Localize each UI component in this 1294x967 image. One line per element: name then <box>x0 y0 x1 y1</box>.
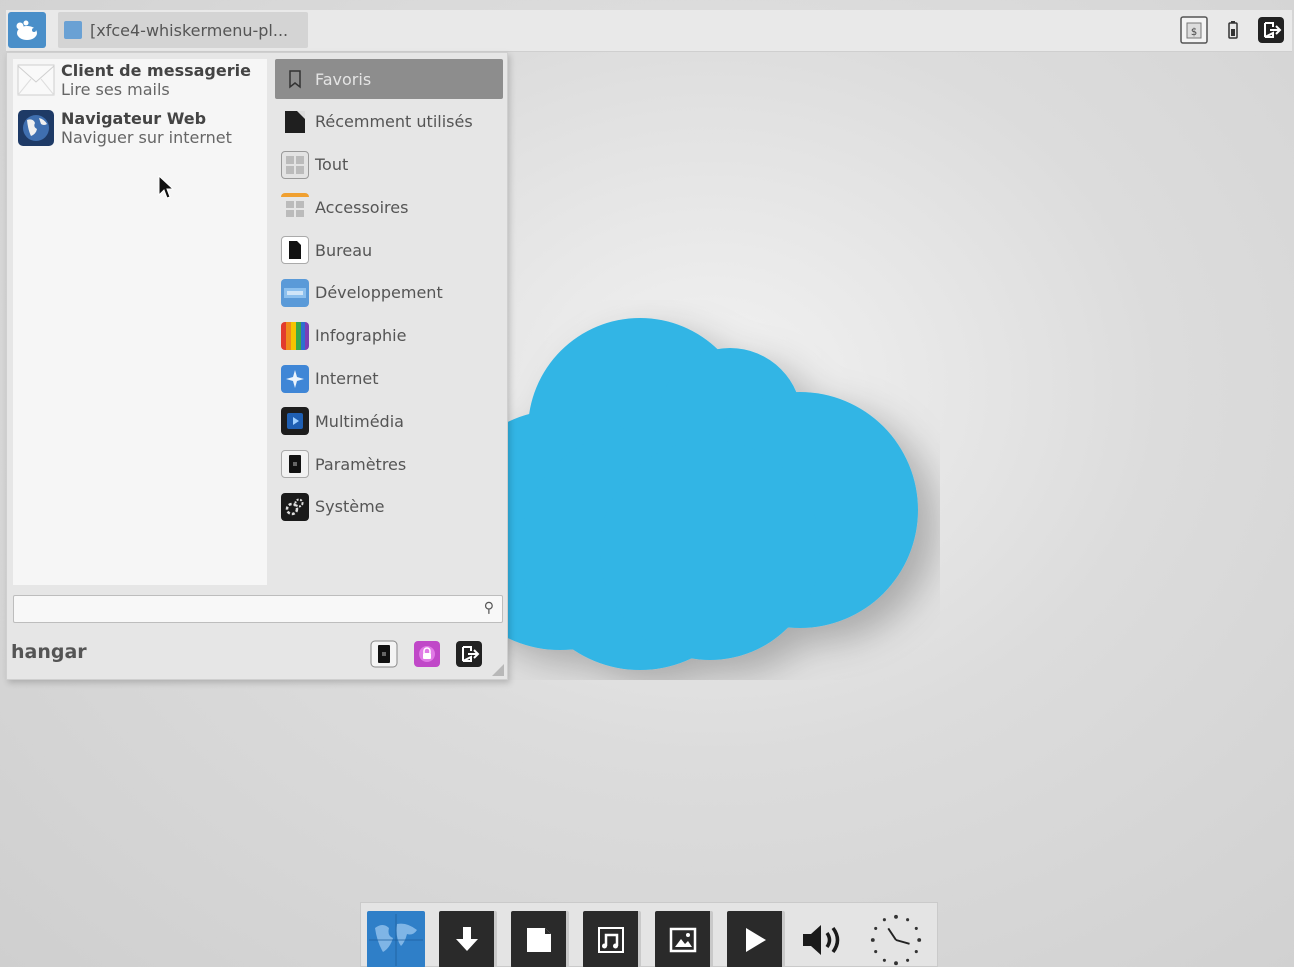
category-settings[interactable]: Paramètres <box>275 444 503 484</box>
bookmark-icon <box>281 65 309 93</box>
lock-screen-icon <box>414 641 440 667</box>
app-description: Lire ses mails <box>61 80 170 99</box>
graphics-icon <box>281 321 309 350</box>
multimedia-icon <box>281 407 309 436</box>
category-accessories[interactable]: Accessoires <box>275 187 503 227</box>
category-label: Système <box>315 497 385 517</box>
whisker-menu-button[interactable] <box>8 12 46 48</box>
pictures-icon <box>669 927 696 952</box>
accessories-icon <box>281 193 309 222</box>
category-graphics[interactable]: Infographie <box>275 316 503 356</box>
development-icon <box>281 278 309 307</box>
bottom-dock <box>360 902 938 967</box>
world-map-icon <box>369 913 423 966</box>
system-icon <box>281 492 309 521</box>
documents-icon <box>526 927 551 952</box>
category-label: Paramètres <box>315 454 407 474</box>
web-browser-icon <box>17 109 55 147</box>
category-multimedia[interactable]: Multimédia <box>275 401 503 441</box>
category-label: Multimédia <box>315 411 404 431</box>
category-label: Accessoires <box>315 197 409 217</box>
favorites-list: Client de messagerie Lire ses mails Navi… <box>13 59 267 585</box>
mail-icon <box>17 61 55 99</box>
category-label: Récemment utilisés <box>315 112 473 132</box>
battery-icon <box>1228 21 1238 39</box>
svg-text:$: $ <box>1191 27 1197 38</box>
app-description: Naviguer sur internet <box>61 128 232 147</box>
logout-button[interactable] <box>1256 15 1286 45</box>
category-label: Tout <box>315 155 349 175</box>
category-label: Favoris <box>315 69 372 89</box>
category-recent[interactable]: Récemment utilisés <box>275 102 503 142</box>
username-label: hangar <box>11 641 87 663</box>
category-list: Favoris Récemment utilisés Tout Accessoi… <box>275 59 503 530</box>
category-label: Bureau <box>315 240 373 260</box>
video-play-icon <box>745 927 766 952</box>
all-apps-icon <box>281 150 309 179</box>
category-internet[interactable]: Internet <box>275 359 503 399</box>
category-label: Infographie <box>315 326 407 346</box>
category-favorites[interactable]: Favoris <box>275 59 503 99</box>
dock-item-volume[interactable] <box>797 911 855 967</box>
battery-indicator[interactable] <box>1224 15 1242 45</box>
clock-icon <box>870 914 922 965</box>
internet-icon <box>281 364 309 393</box>
app-name: Navigateur Web <box>61 109 207 128</box>
search-icon: ⚲ <box>483 600 494 616</box>
app-name: Client de messagerie <box>61 61 251 80</box>
dock-item-pictures[interactable] <box>655 911 713 967</box>
category-office[interactable]: Bureau <box>275 230 503 270</box>
taskbar-window-button[interactable]: [xfce4-whiskermenu-pl... <box>58 12 308 48</box>
dock-item-downloads[interactable] <box>439 911 497 967</box>
office-icon <box>281 236 309 265</box>
settings-icon <box>370 640 398 668</box>
category-label: Internet <box>315 369 379 389</box>
recent-icon <box>281 108 309 136</box>
top-panel: [xfce4-whiskermenu-pl... $ <box>6 10 1292 52</box>
category-all[interactable]: Tout <box>275 145 503 185</box>
list-item-mail-client[interactable]: Client de messagerie Lire ses mails <box>17 61 267 105</box>
category-label: Développement <box>315 283 443 303</box>
workspace-switcher-icon: $ <box>1180 16 1208 44</box>
dock-item-music[interactable] <box>583 911 641 967</box>
logout-icon <box>1258 17 1284 43</box>
volume-icon <box>803 924 840 955</box>
downloads-icon <box>455 926 478 951</box>
search-input[interactable] <box>14 596 474 622</box>
taskbar-window-title: [xfce4-whiskermenu-pl... <box>90 20 289 40</box>
lock-screen-button[interactable] <box>412 639 442 669</box>
category-system[interactable]: Système <box>275 487 503 527</box>
settings-icon <box>281 450 309 479</box>
dock-item-documents[interactable] <box>511 911 569 967</box>
category-development[interactable]: Développement <box>275 273 503 313</box>
search-box[interactable]: ⚲ <box>13 595 503 623</box>
dock-item-clock[interactable] <box>867 911 925 967</box>
resize-grip-icon[interactable] <box>491 663 505 677</box>
window-app-icon <box>64 21 82 39</box>
logout-icon <box>456 641 482 667</box>
xfce-mouse-icon <box>16 20 37 40</box>
list-item-web-browser[interactable]: Navigateur Web Naviguer sur internet <box>17 109 267 153</box>
workspace-switcher[interactable]: $ <box>1178 15 1210 45</box>
dock-item-world-map[interactable] <box>367 911 425 967</box>
dock-item-videos[interactable] <box>727 911 785 967</box>
settings-manager-button[interactable] <box>369 639 399 669</box>
wallpaper-cloud <box>480 318 918 670</box>
music-icon <box>597 926 624 953</box>
mouse-cursor <box>158 175 175 199</box>
whisker-menu: Client de messagerie Lire ses mails Navi… <box>6 52 508 680</box>
logout-menu-button[interactable] <box>454 639 484 669</box>
